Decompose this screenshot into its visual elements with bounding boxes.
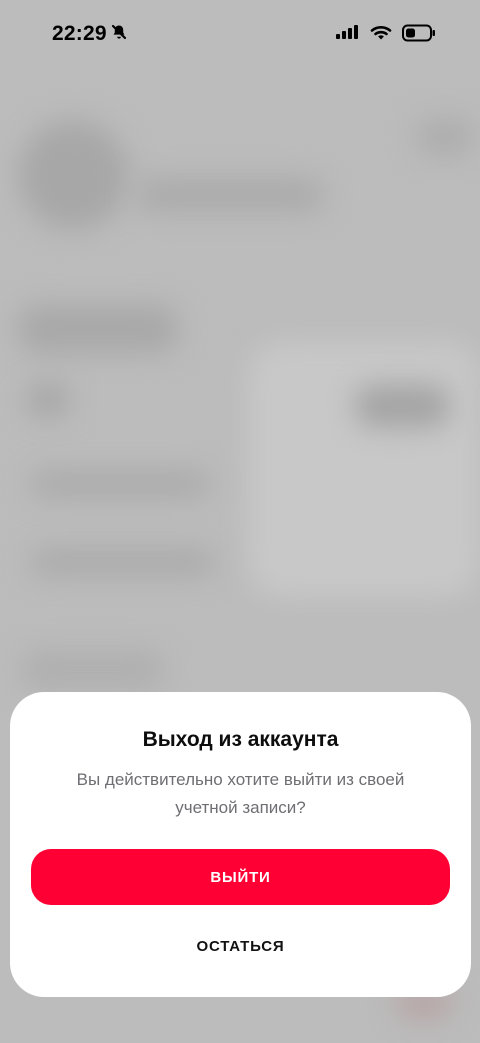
dialog-message: Вы действительно хотите выйти из своей у… [76, 770, 405, 817]
status-bar: 22:29 [0, 0, 480, 70]
status-time: 22:29 [52, 22, 107, 45]
dialog-title: Выход из аккаунта [142, 728, 339, 751]
logout-dialog: Выход из аккаунта Вы действительно хотит… [10, 692, 471, 997]
wifi-icon [370, 25, 392, 46]
time-group: 22:29 [52, 22, 127, 46]
blurred-shape [30, 548, 215, 576]
blurred-shape [415, 118, 475, 156]
blurred-shape [18, 305, 178, 353]
stay-button[interactable]: ОСТАТЬСЯ [50, 928, 431, 964]
blurred-shape [355, 385, 450, 427]
blurred-shape [30, 470, 210, 498]
blurred-shape [20, 650, 165, 690]
blurred-shape [26, 382, 70, 418]
blurred-shape [135, 178, 325, 212]
blurred-shape [248, 342, 480, 597]
bell-slash-icon [111, 24, 127, 45]
status-icons [336, 24, 436, 47]
battery-icon [402, 24, 436, 47]
logout-button[interactable]: ВЫЙТИ [31, 849, 450, 905]
cellular-signal-icon [336, 25, 360, 46]
blurred-shape [18, 120, 128, 230]
